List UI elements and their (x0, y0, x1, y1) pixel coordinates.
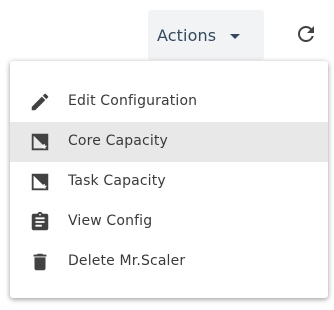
actions-menu: Edit Configuration Core Capacity Task Ca… (10, 61, 328, 298)
capacity-icon (29, 131, 51, 153)
menu-item-label: Delete Mr.Scaler (68, 253, 186, 269)
page: Actions Edit Configuration Core Capacity… (0, 0, 334, 310)
trash-icon (29, 251, 51, 273)
menu-item-delete[interactable]: Delete Mr.Scaler (10, 242, 328, 282)
caret-down-icon (230, 33, 241, 39)
menu-item-core-capacity[interactable]: Core Capacity (10, 122, 328, 162)
menu-item-label: Edit Configuration (68, 93, 198, 109)
capacity-icon (29, 171, 51, 193)
menu-item-task-capacity[interactable]: Task Capacity (10, 162, 328, 202)
actions-dropdown-button[interactable]: Actions (148, 10, 264, 60)
menu-item-label: Task Capacity (68, 173, 166, 189)
pencil-icon (29, 91, 51, 113)
menu-item-label: View Config (68, 213, 153, 229)
menu-item-label: Core Capacity (68, 133, 168, 149)
refresh-icon[interactable] (294, 22, 318, 46)
menu-item-view-config[interactable]: View Config (10, 202, 328, 242)
actions-label: Actions (157, 25, 217, 45)
menu-item-edit-configuration[interactable]: Edit Configuration (10, 82, 328, 122)
clipboard-icon (29, 211, 51, 233)
